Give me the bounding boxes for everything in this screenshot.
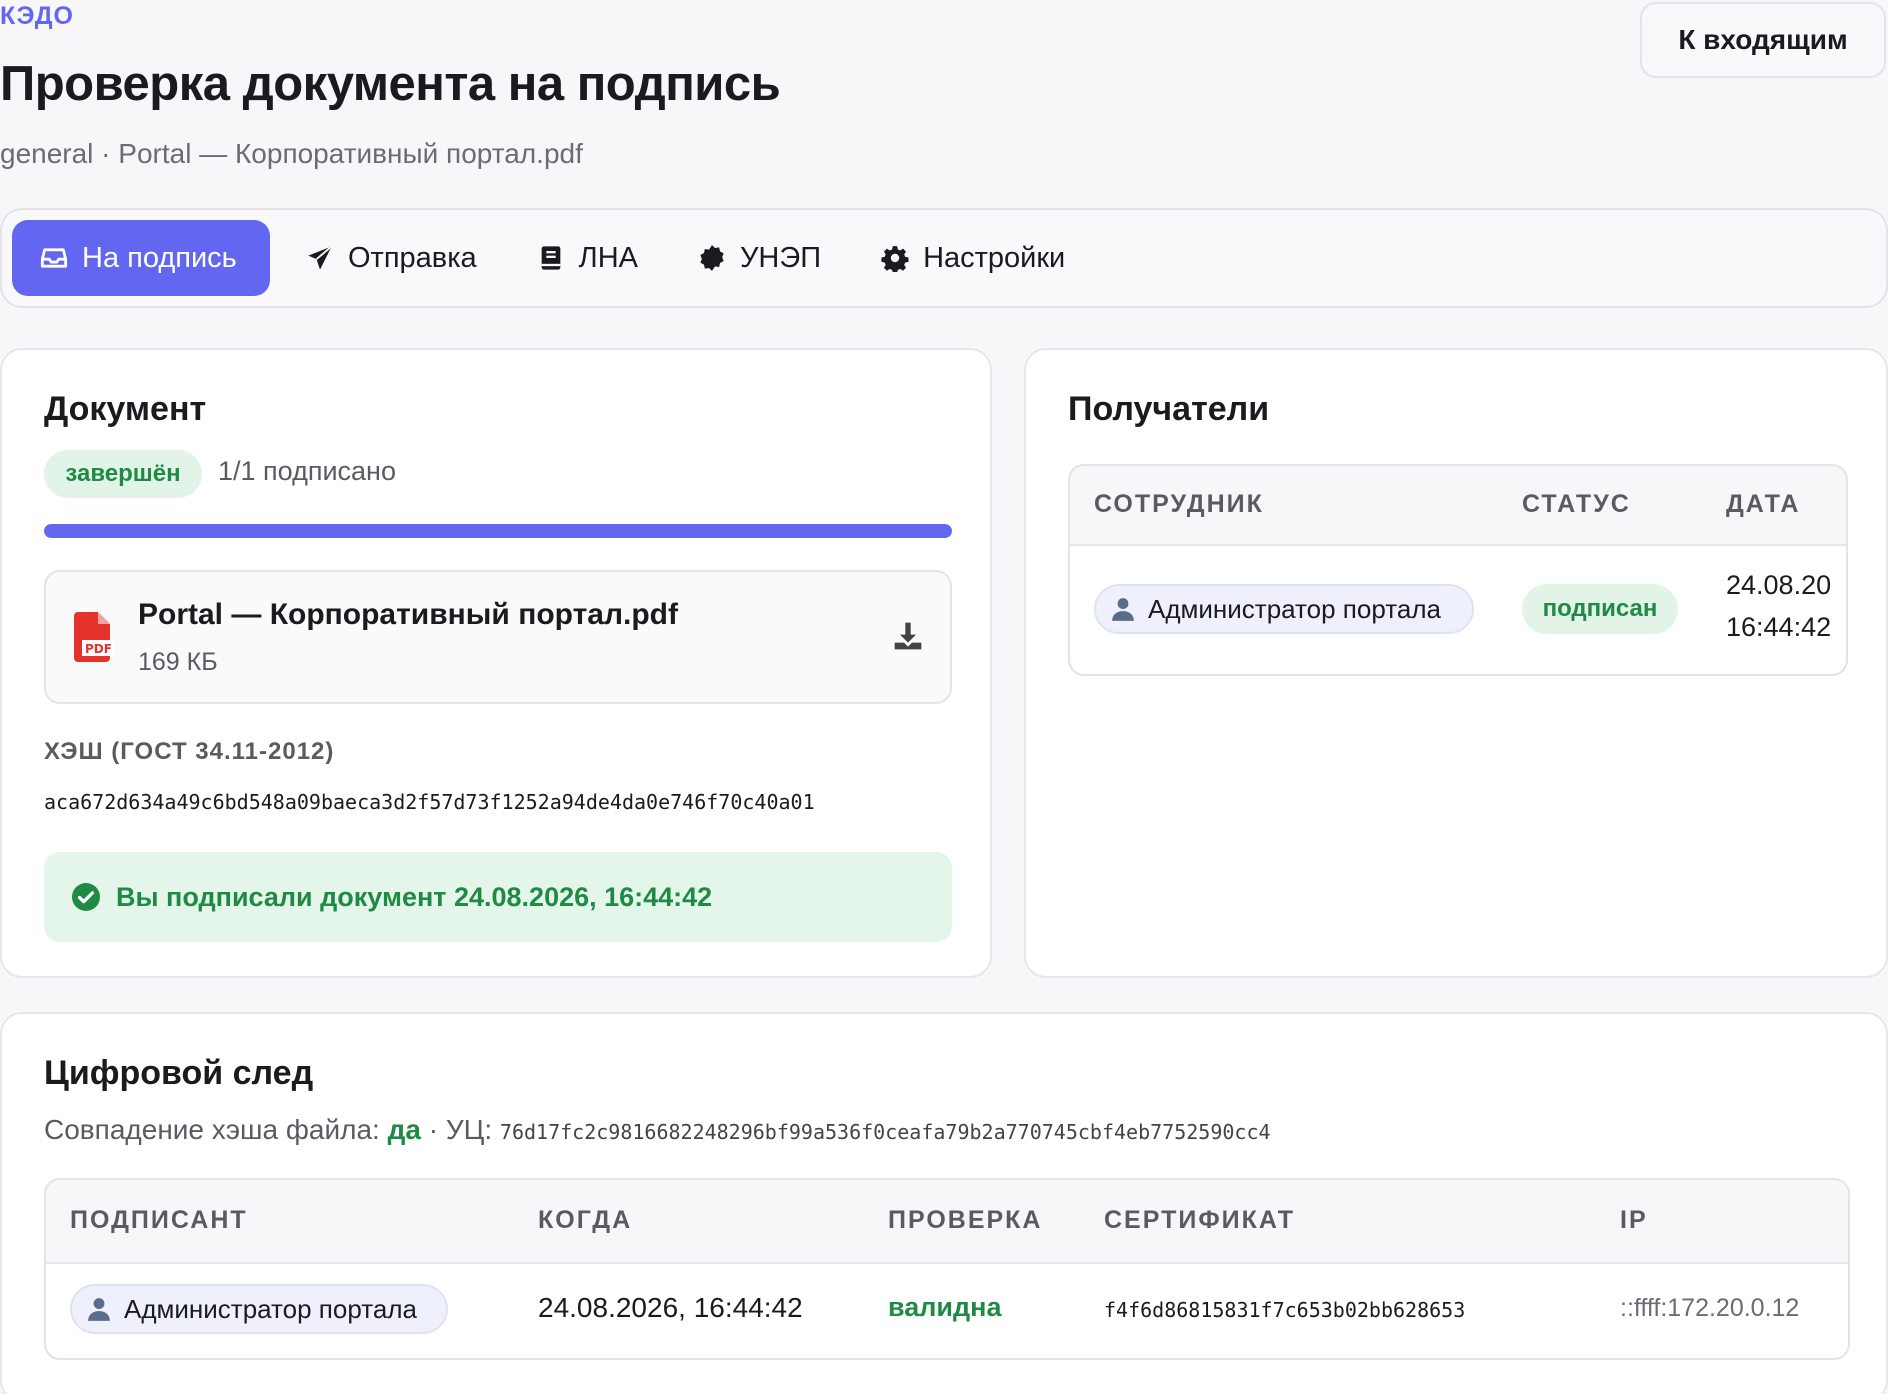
signed-when: 24.08.2026, 16:44:42 xyxy=(538,1292,803,1323)
ca-label: · УЦ: xyxy=(428,1114,493,1145)
signer-name: Администратор портала xyxy=(124,1293,417,1324)
progress-fill xyxy=(44,524,952,538)
status-badge: завершён xyxy=(44,450,202,498)
table-row: Администратор портала 24.08.2026, 16:44:… xyxy=(46,1264,1848,1358)
column-header-certificate: СЕРТИФИКАТ xyxy=(1104,1206,1295,1234)
signer-pill: Администратор портала xyxy=(70,1284,448,1334)
tab-bar: На подпись Отправка ЛНА УНЭП Настройки xyxy=(0,208,1888,308)
tab-label: ЛНА xyxy=(578,241,638,274)
table-row: Администратор портала подписан 24.08.20 … xyxy=(1070,546,1846,674)
book-icon xyxy=(541,246,561,270)
column-header-when: КОГДА xyxy=(538,1206,633,1234)
column-header-date: ДАТА xyxy=(1726,490,1801,518)
inbox-icon xyxy=(40,248,68,268)
recipients-table: СОТРУДНИК СТАТУС ДАТА Администратор порт… xyxy=(1068,464,1848,676)
signed-confirmation-banner: Вы подписали документ 24.08.2026, 16:44:… xyxy=(44,852,952,942)
table-header: СОТРУДНИК СТАТУС ДАТА xyxy=(1070,466,1846,546)
column-header-status: СТАТУС xyxy=(1522,490,1631,518)
tab-settings[interactable]: Настройки xyxy=(855,220,1091,296)
signing-progress-bar xyxy=(44,524,952,538)
pdf-file-icon: PDF xyxy=(74,612,114,662)
column-header-ip: IP xyxy=(1620,1206,1648,1234)
user-icon xyxy=(1112,598,1134,621)
tab-label: УНЭП xyxy=(740,241,822,274)
recipient-status-badge: подписан xyxy=(1522,584,1678,634)
recipients-card: Получатели СОТРУДНИК СТАТУС ДАТА Админис… xyxy=(1024,348,1888,978)
send-icon xyxy=(308,245,333,270)
brand-label: КЭДО xyxy=(0,2,74,30)
hash-label: ХЭШ (ГОСТ 34.11-2012) xyxy=(44,738,335,765)
page-subtitle: general · Portal — Корпоративный портал.… xyxy=(0,138,583,169)
document-card-title: Документ xyxy=(44,390,207,428)
tab-to-sign[interactable]: На подпись xyxy=(12,220,270,296)
page-title: Проверка документа на подпись xyxy=(0,57,781,111)
download-icon[interactable] xyxy=(892,620,924,652)
check-circle-icon xyxy=(72,883,100,911)
signed-message: Вы подписали документ 24.08.2026, 16:44:… xyxy=(116,881,713,912)
hash-match-value: да xyxy=(387,1114,421,1145)
certificate-serial: f4f6d86815831f7c653b02bb628653 xyxy=(1104,1298,1466,1322)
employee-pill: Администратор портала xyxy=(1094,584,1474,634)
verification-status: валидна xyxy=(888,1292,1002,1322)
column-header-signer: ПОДПИСАНТ xyxy=(70,1206,248,1234)
column-header-employee: СОТРУДНИК xyxy=(1094,490,1264,518)
recipient-time: 16:44:42 xyxy=(1726,612,1832,642)
hash-match-label: Совпадение хэша файла: xyxy=(44,1114,380,1145)
hash-value: aca672d634a49c6bd548a09baeca3d2f57d73f12… xyxy=(44,790,815,814)
tab-unep[interactable]: УНЭП xyxy=(672,220,847,296)
recipients-card-title: Получатели xyxy=(1068,390,1270,428)
signatures-table: ПОДПИСАНТ КОГДА ПРОВЕРКА СЕРТИФИКАТ IP А… xyxy=(44,1178,1850,1360)
tab-send[interactable]: Отправка xyxy=(280,220,503,296)
tab-lna[interactable]: ЛНА xyxy=(511,220,664,296)
signer-ip: ::ffff:172.20.0.12 xyxy=(1620,1294,1800,1322)
digital-trail-card: Цифровой след Совпадение хэша файла: да … xyxy=(0,1012,1888,1394)
employee-name: Администратор портала xyxy=(1148,593,1441,624)
file-item: PDF Portal — Корпоративный портал.pdf 16… xyxy=(44,570,952,704)
hash-match-summary: Совпадение хэша файла: да · УЦ: 76d17fc2… xyxy=(44,1114,1271,1146)
document-card: Документ завершён 1/1 подписано PDF Port… xyxy=(0,348,992,978)
gear-icon xyxy=(881,246,909,272)
file-name: Portal — Корпоративный портал.pdf xyxy=(138,598,678,631)
signed-count: 1/1 подписано xyxy=(218,456,396,486)
tab-label: Отправка xyxy=(348,241,477,274)
tab-label: Настройки xyxy=(923,241,1066,274)
ca-value: 76d17fc2c9816682248296bf99a536f0ceafa79b… xyxy=(499,1120,1271,1144)
column-header-check: ПРОВЕРКА xyxy=(888,1206,1043,1234)
table-header: ПОДПИСАНТ КОГДА ПРОВЕРКА СЕРТИФИКАТ IP xyxy=(46,1180,1848,1264)
user-icon xyxy=(88,1298,110,1321)
badge-seal-icon xyxy=(700,245,724,271)
tab-label: На подпись xyxy=(82,241,237,274)
recipient-date: 24.08.20 xyxy=(1726,570,1832,600)
digital-trail-title: Цифровой след xyxy=(44,1054,314,1092)
file-size: 169 КБ xyxy=(138,648,218,676)
svg-text:PDF: PDF xyxy=(85,642,112,656)
back-to-inbox-button[interactable]: К входящим xyxy=(1640,2,1886,78)
